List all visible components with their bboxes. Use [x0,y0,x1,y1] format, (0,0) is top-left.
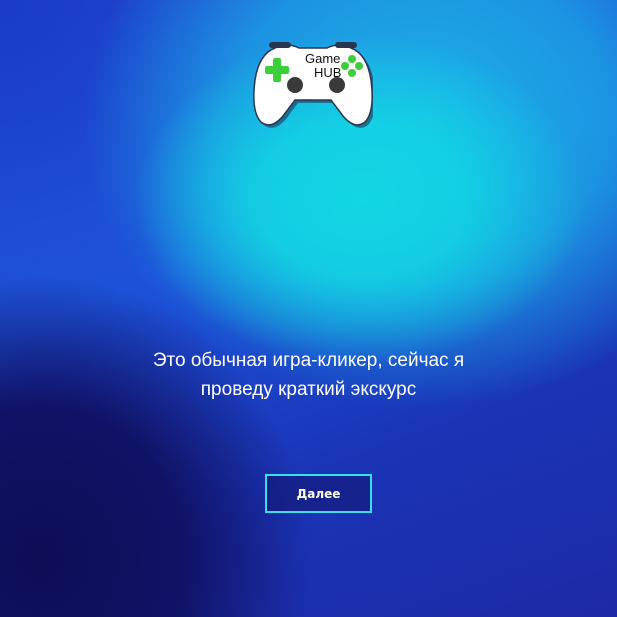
gamepad-icon: Game HUB [253,42,376,128]
intro-line-2: проведу краткий экскурс [200,379,417,400]
game-hub-logo: Game HUB [253,40,376,128]
intro-line-1: Это обычная игра-кликер, сейчас я [152,350,465,371]
next-button[interactable]: Далее [265,474,372,513]
logo-text-hub: HUB [314,65,341,80]
logo-text-game: Game [305,51,340,66]
intro-message: Это обычная игра-кликер, сейчас я провед… [100,346,517,404]
